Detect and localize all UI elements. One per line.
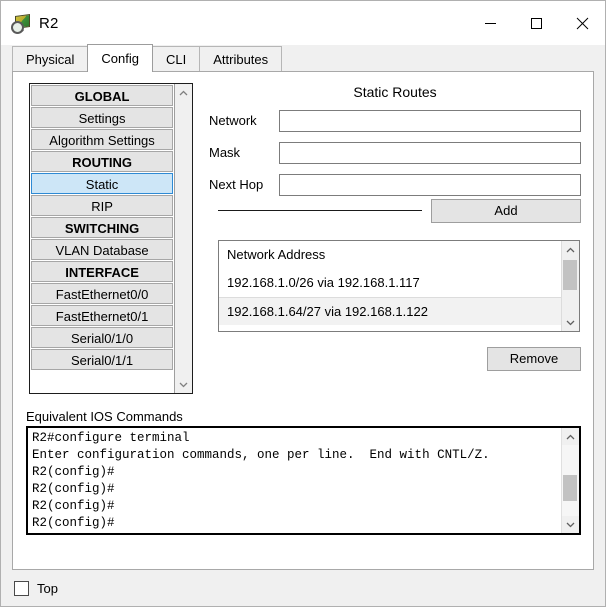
top-checkbox[interactable] — [14, 580, 29, 596]
sidebar-item-fastethernet0-0[interactable]: FastEthernet0/0 — [31, 283, 174, 304]
mask-input[interactable] — [279, 142, 581, 164]
chevron-down-icon[interactable] — [175, 376, 193, 393]
scrollbar-thumb[interactable] — [563, 475, 577, 501]
ios-commands-scrollbar[interactable] — [561, 428, 579, 533]
list-item[interactable]: 192.168.1.64/27 via 192.168.1.122 — [219, 297, 561, 325]
ios-commands-label: Equivalent IOS Commands — [26, 409, 183, 424]
mask-field-row: Mask — [209, 142, 581, 164]
maximize-icon[interactable] — [513, 1, 559, 45]
tab-strip: Physical Config CLI Attributes — [1, 44, 605, 72]
route-list-box: Network Address 192.168.1.0/26 via 192.1… — [218, 240, 580, 332]
next-hop-input[interactable] — [279, 174, 581, 196]
router-magnifier-icon — [11, 13, 31, 34]
sidebar-item-rip[interactable]: RIP — [31, 195, 174, 216]
title-bar: R2 — [1, 1, 605, 45]
tab-config[interactable]: Config — [87, 44, 153, 72]
config-nav-list: GLOBAL Settings Algorithm Settings ROUTI… — [30, 84, 174, 393]
footer-bar: Top — [1, 570, 605, 606]
add-button[interactable]: Add — [431, 199, 581, 223]
network-label: Network — [209, 113, 257, 128]
route-list[interactable]: Network Address 192.168.1.0/26 via 192.1… — [219, 241, 561, 331]
nav-header-routing: ROUTING — [31, 151, 174, 172]
static-routes-title: Static Routes — [353, 84, 437, 100]
nav-header-interface: INTERFACE — [31, 261, 174, 282]
sidebar-item-serial0-1-0[interactable]: Serial0/1/0 — [31, 327, 174, 348]
route-list-header: Network Address — [219, 241, 561, 269]
next-hop-label: Next Hop — [209, 177, 264, 192]
chevron-up-icon[interactable] — [562, 428, 579, 445]
tab-attributes[interactable]: Attributes — [199, 46, 283, 71]
sidebar-item-fastethernet0-1[interactable]: FastEthernet0/1 — [31, 305, 174, 326]
chevron-up-icon[interactable] — [175, 84, 193, 101]
chevron-up-icon[interactable] — [562, 241, 579, 258]
mask-label: Mask — [209, 145, 241, 160]
minimize-icon[interactable] — [467, 1, 513, 45]
window-controls — [467, 1, 605, 45]
scrollbar-thumb[interactable] — [563, 260, 577, 290]
next-hop-field-row: Next Hop — [209, 174, 581, 196]
network-field-row: Network — [209, 110, 581, 132]
chevron-down-icon[interactable] — [562, 516, 579, 533]
config-content-panel: GLOBAL Settings Algorithm Settings ROUTI… — [12, 71, 594, 570]
sidebar-item-settings[interactable]: Settings — [31, 107, 174, 128]
list-item[interactable]: 192.168.1.0/26 via 192.168.1.117 — [219, 269, 561, 297]
title-bar-left: R2 — [1, 13, 59, 34]
nav-header-switching: SWITCHING — [31, 217, 174, 238]
sidebar-item-vlan-database[interactable]: VLAN Database — [31, 239, 174, 260]
chevron-down-icon[interactable] — [562, 314, 579, 331]
top-label: Top — [37, 580, 58, 596]
config-nav-panel: GLOBAL Settings Algorithm Settings ROUTI… — [29, 83, 193, 394]
ios-commands-box: R2#configure terminal Enter configuratio… — [26, 426, 581, 535]
nav-header-global: GLOBAL — [31, 85, 174, 106]
network-input[interactable] — [279, 110, 581, 132]
remove-button[interactable]: Remove — [487, 347, 581, 371]
ios-commands-text[interactable]: R2#configure terminal Enter configuratio… — [28, 428, 561, 533]
device-config-window: R2 Physical Config CLI Attributes GLOBAL… — [0, 0, 606, 607]
config-nav-scrollbar[interactable] — [174, 84, 193, 393]
tab-physical[interactable]: Physical — [12, 46, 89, 71]
sidebar-item-static[interactable]: Static — [31, 173, 174, 194]
window-title: R2 — [39, 14, 59, 32]
separator-line — [218, 210, 422, 211]
tab-cli[interactable]: CLI — [152, 46, 201, 71]
sidebar-item-serial0-1-1[interactable]: Serial0/1/1 — [31, 349, 174, 370]
close-icon[interactable] — [559, 1, 605, 45]
sidebar-item-algorithm-settings[interactable]: Algorithm Settings — [31, 129, 174, 150]
route-list-scrollbar[interactable] — [561, 241, 579, 331]
